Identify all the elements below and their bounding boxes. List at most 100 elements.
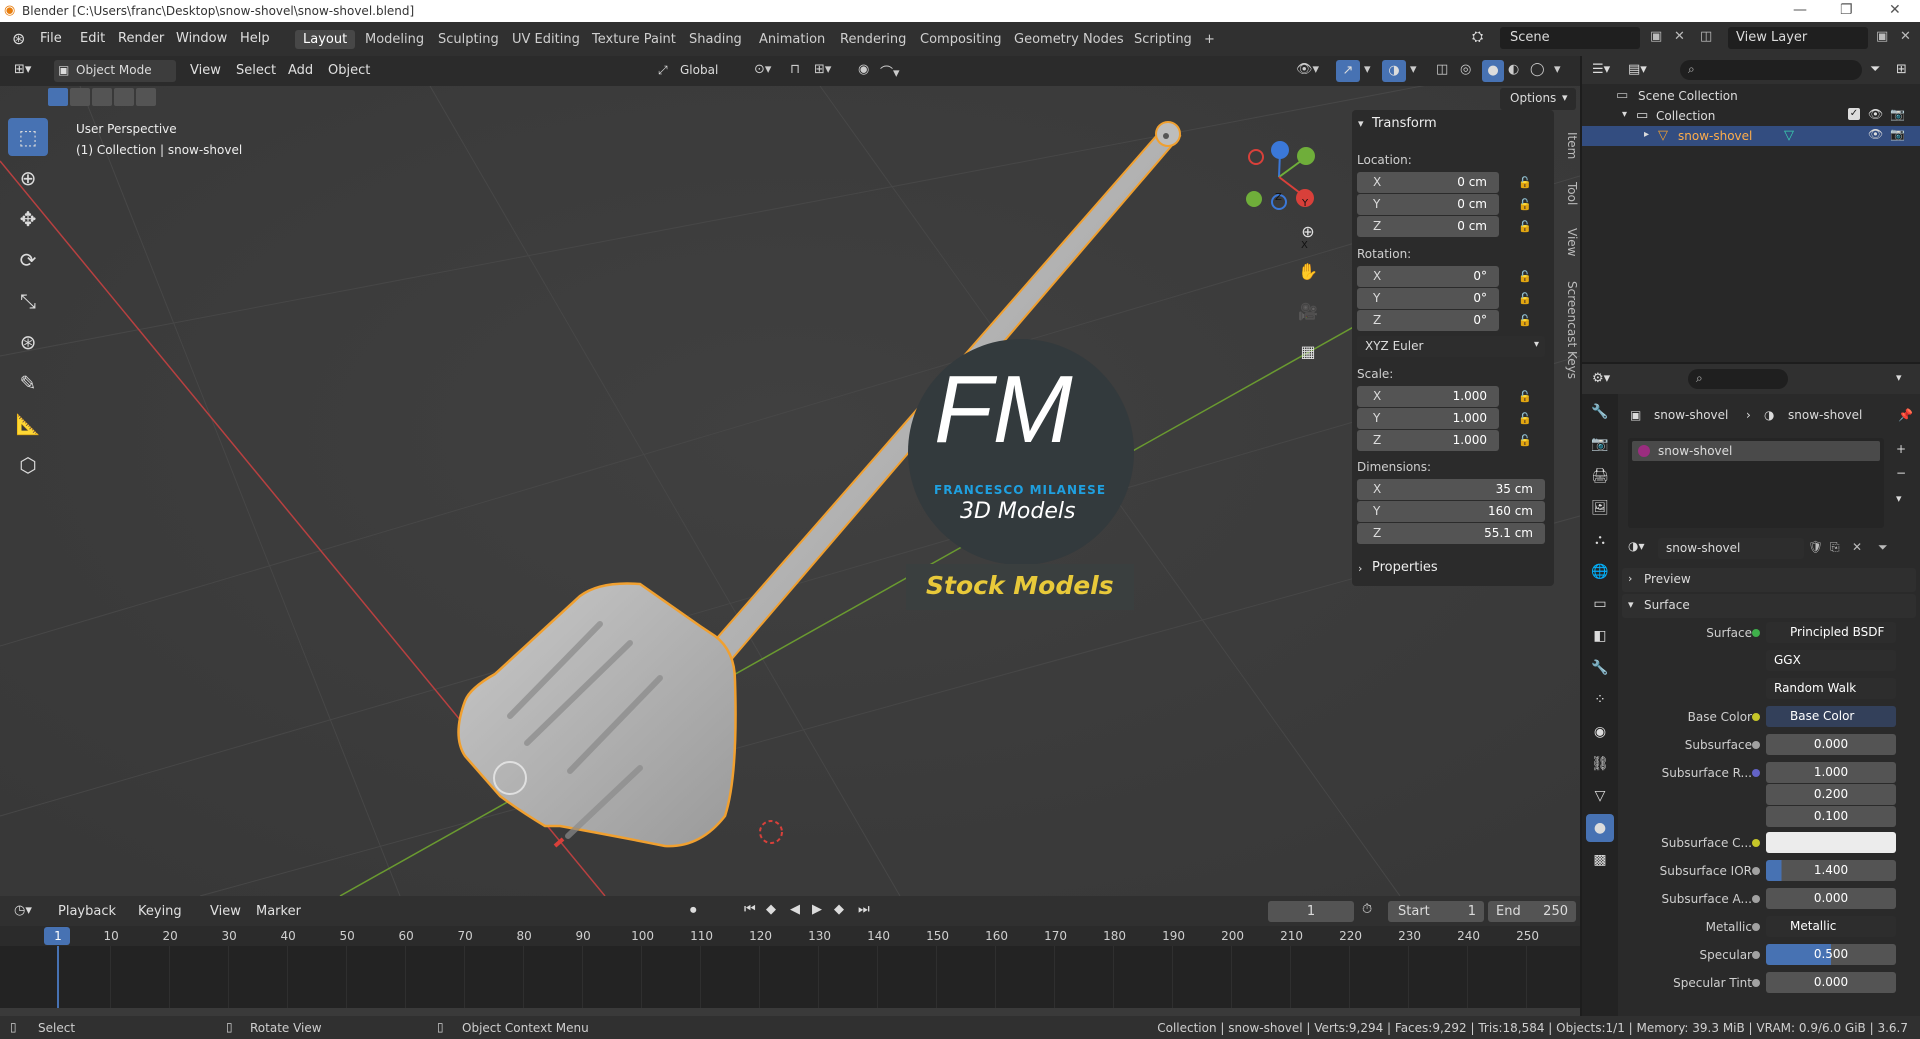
tab-rendering[interactable]: Rendering xyxy=(832,30,914,49)
vp-menu-add[interactable]: Add xyxy=(288,63,313,78)
location-x-field[interactable]: X0 cm xyxy=(1357,172,1499,193)
display-mode-icon[interactable]: ▤▾ xyxy=(1628,62,1647,77)
menu-window[interactable]: Window xyxy=(176,31,227,46)
property-value[interactable]: Random Walk xyxy=(1766,678,1896,699)
pin-icon[interactable]: 📌 xyxy=(1898,408,1913,422)
output-tab-icon[interactable]: 🖨 xyxy=(1586,462,1614,490)
tab-uv-editing[interactable]: UV Editing xyxy=(504,30,588,49)
close-button[interactable]: ✕ xyxy=(1889,2,1901,18)
stopwatch-icon[interactable]: ⏱ xyxy=(1362,902,1372,917)
property-value[interactable]: Metallic xyxy=(1766,916,1896,937)
ortho-grid-icon[interactable]: ▦ xyxy=(1293,336,1323,366)
delete-view-layer-icon[interactable]: ✕ xyxy=(1900,29,1911,44)
filter-icon[interactable]: ⏷ xyxy=(1878,540,1888,555)
tab-tool[interactable]: Tool xyxy=(1563,174,1579,214)
property-value[interactable]: 0.100 xyxy=(1766,806,1896,827)
timeline[interactable]: 1 10 20 30 40 50 60 70 80 90 100 110 120 130 140 150 160… xyxy=(0,926,1580,1016)
unlink-icon[interactable]: ✕ xyxy=(1852,540,1862,554)
property-value[interactable]: Principled BSDF xyxy=(1766,622,1896,643)
data-tab-icon[interactable]: ▽ xyxy=(1586,782,1614,810)
property-value[interactable]: 1.400 xyxy=(1766,860,1896,881)
eye-icon[interactable]: 👁 xyxy=(1868,127,1883,141)
chevron-down-icon[interactable]: ▾ xyxy=(1358,117,1364,130)
timeline-menu-marker[interactable]: Marker xyxy=(256,904,301,919)
location-z-field[interactable]: Z0 cm xyxy=(1357,216,1499,237)
lock-icon[interactable]: 🔓 xyxy=(1518,314,1532,327)
scene-tab-icon[interactable]: ⛬ xyxy=(1586,526,1614,554)
new-view-layer-icon[interactable]: ▣ xyxy=(1876,29,1888,44)
lock-icon[interactable]: 🔓 xyxy=(1518,434,1532,447)
dimension-z-field[interactable]: Z 55.1 cm xyxy=(1357,523,1545,544)
mode-selector[interactable]: ▣ Object Mode xyxy=(54,60,176,82)
preview-section[interactable]: › Preview xyxy=(1622,568,1916,592)
view-layer-icon[interactable]: ◫ xyxy=(1700,29,1712,44)
add-workspace-button[interactable]: + xyxy=(1196,30,1223,49)
select-extend-icon[interactable] xyxy=(70,88,90,106)
tab-layout[interactable]: Layout xyxy=(295,30,356,49)
property-value[interactable]: 0.200 xyxy=(1766,784,1896,805)
zoom-icon[interactable]: ⊕ xyxy=(1293,216,1323,246)
properties-editor-icon[interactable]: ⚙▾ xyxy=(1592,371,1610,386)
editor-type-icon[interactable]: ⊞▾ xyxy=(14,62,31,77)
property-value[interactable]: 0.000 xyxy=(1766,888,1896,909)
visibility-icon[interactable]: 👁▾ xyxy=(1296,62,1319,77)
delete-scene-icon[interactable]: ✕ xyxy=(1674,29,1685,44)
property-value[interactable]: GGX xyxy=(1766,650,1896,671)
material-slot-item[interactable]: snow-shovel xyxy=(1632,441,1880,461)
surface-section[interactable]: ▾ Surface xyxy=(1622,594,1916,618)
vp-menu-select[interactable]: Select xyxy=(236,63,276,78)
gizmo-dropdown-icon[interactable]: ▾ xyxy=(1364,62,1371,77)
vp-menu-object[interactable]: Object xyxy=(328,63,370,78)
end-frame-field[interactable]: End 250 xyxy=(1488,901,1576,922)
world-tab-icon[interactable]: 🌐 xyxy=(1586,558,1614,586)
timeline-editor-icon[interactable]: ◷▾ xyxy=(14,903,32,918)
play-icon[interactable]: ▶ xyxy=(812,902,822,917)
cursor-icon[interactable]: ⊕ xyxy=(8,159,48,197)
socket-icon[interactable] xyxy=(1752,839,1760,847)
rendered-shading-icon[interactable]: ◯ xyxy=(1530,62,1545,77)
socket-icon[interactable] xyxy=(1752,979,1760,987)
chevron-down-icon[interactable]: ▾ xyxy=(1622,109,1627,120)
material-browse-icon[interactable]: ◑▾ xyxy=(1628,539,1645,553)
select-invert-icon[interactable] xyxy=(114,88,134,106)
tool-tab-icon[interactable]: 🔧 xyxy=(1586,398,1614,426)
material-slot-list[interactable]: snow-shovel xyxy=(1628,438,1884,528)
tab-animation[interactable]: Animation xyxy=(751,30,833,49)
prev-keyframe-icon[interactable]: ◆ xyxy=(766,902,776,917)
property-value[interactable] xyxy=(1766,832,1896,853)
lock-icon[interactable]: 🔓 xyxy=(1518,412,1532,425)
texture-tab-icon[interactable]: ▩ xyxy=(1586,846,1614,874)
socket-icon[interactable] xyxy=(1752,741,1760,749)
property-value[interactable]: Base Color xyxy=(1766,706,1896,727)
new-collection-icon[interactable]: ⊞ xyxy=(1896,62,1907,77)
pivot-point-icon[interactable]: ⊙▾ xyxy=(754,62,771,77)
dimension-y-field[interactable]: Y 160 cm xyxy=(1357,501,1545,522)
transform-icon[interactable]: ⊛ xyxy=(8,323,48,361)
rotation-mode-select[interactable]: XYZ Euler ▾ xyxy=(1357,336,1545,357)
menu-file[interactable]: File xyxy=(40,31,62,46)
scene-selector-icon[interactable]: ⛭ xyxy=(1472,29,1483,45)
constraints-tab-icon[interactable]: ⛓ xyxy=(1586,750,1614,778)
3d-viewport[interactable]: FM FRANCESCO MILANESE 3D Models Stock Mo… xyxy=(0,56,1580,896)
socket-icon[interactable] xyxy=(1752,769,1760,777)
scale-z-field[interactable]: Z 1.000 xyxy=(1357,430,1499,451)
new-scene-icon[interactable]: ▣ xyxy=(1650,29,1662,44)
rotation-x-field[interactable]: X 0° xyxy=(1357,266,1499,287)
dimension-x-field[interactable]: X 35 cm xyxy=(1357,479,1545,500)
socket-icon[interactable] xyxy=(1752,951,1760,959)
property-value[interactable]: 0.500 xyxy=(1766,944,1896,965)
blender-menu-icon[interactable]: ⊛ xyxy=(12,29,25,48)
fake-user-icon[interactable]: 🛡 xyxy=(1808,540,1823,554)
tab-scripting[interactable]: Scripting xyxy=(1126,30,1200,49)
filter-icon[interactable]: ⏷ xyxy=(1870,62,1880,77)
tab-texture-paint[interactable]: Texture Paint xyxy=(584,30,684,49)
current-frame-field[interactable]: 1 xyxy=(1268,901,1354,922)
snap-icon[interactable]: ⊓ xyxy=(790,62,800,77)
material-tab-icon[interactable]: ● xyxy=(1586,814,1614,842)
select-subtract-icon[interactable] xyxy=(92,88,112,106)
tab-modeling[interactable]: Modeling xyxy=(357,30,432,49)
object-tab-icon[interactable]: ◧ xyxy=(1586,622,1614,650)
jump-start-icon[interactable]: ⏮ xyxy=(744,902,756,917)
lock-icon[interactable]: 🔓 xyxy=(1518,220,1532,233)
properties-section[interactable]: Properties xyxy=(1372,560,1438,575)
